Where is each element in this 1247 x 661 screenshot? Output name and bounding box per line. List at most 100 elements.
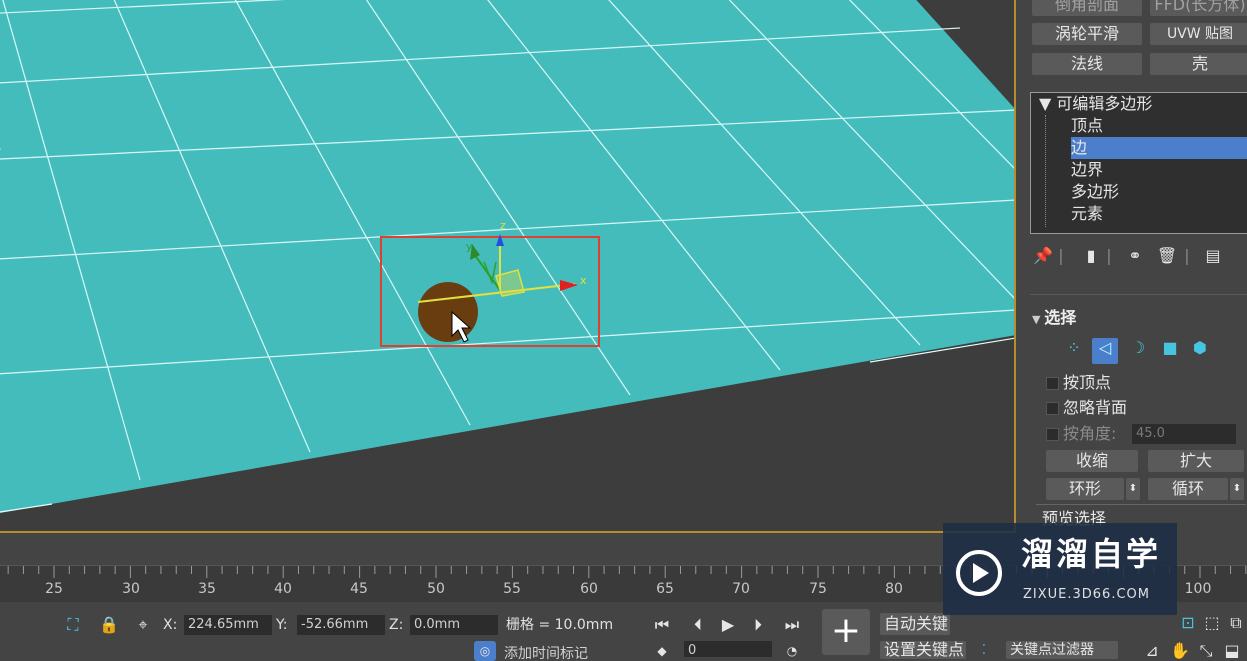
time-tag-icon: ◎ — [474, 641, 496, 661]
ignore-backfacing-row[interactable]: 忽略背面 — [1046, 397, 1127, 419]
vertex-mode-icon[interactable]: ⁘ — [1062, 338, 1086, 358]
stack-item-border[interactable]: 边界 — [1071, 159, 1103, 181]
set-key-button[interactable]: 设置关键点 — [880, 641, 966, 659]
z-coordinate-field[interactable]: 0.0mm — [410, 615, 498, 635]
gizmo-z-label: z — [500, 219, 506, 232]
stack-tree-line — [1045, 115, 1047, 227]
loop-spinner-arrows[interactable]: ⬍ — [1230, 478, 1244, 500]
by-vertex-row[interactable]: 按顶点 — [1046, 372, 1111, 394]
tick-35: 35 — [198, 581, 216, 597]
tick-80: 80 — [885, 581, 903, 597]
by-angle-label: 按角度: — [1063, 424, 1117, 443]
by-angle-checkbox[interactable] — [1046, 428, 1059, 441]
pan-hand-icon[interactable]: ✋ — [1170, 641, 1190, 661]
time-tag-label: 添加时间标记 — [504, 646, 588, 661]
stack-item-element[interactable]: 元素 — [1071, 203, 1103, 225]
edge-mode-icon[interactable]: ◁ — [1092, 338, 1118, 364]
pin-stack-icon[interactable]: 📌 — [1032, 246, 1054, 266]
previous-frame-icon[interactable]: ⏴ — [686, 615, 710, 635]
by-vertex-checkbox[interactable] — [1046, 377, 1059, 390]
viewport-perspective[interactable]: x z y — [0, 0, 1016, 533]
walk-through-icon[interactable]: ⤡ — [1196, 641, 1216, 661]
polygon-mode-icon[interactable]: ■ — [1158, 338, 1182, 358]
z-label: Z: — [389, 617, 404, 633]
watermark-url: ZIXUE.3D66.COM — [1023, 587, 1150, 602]
teal-plane[interactable] — [0, 0, 1016, 520]
go-to-start-icon[interactable]: ⏮ — [650, 615, 674, 635]
show-end-result-icon[interactable]: ▮ — [1080, 246, 1102, 266]
stack-item-polygon[interactable]: 多边形 — [1071, 181, 1119, 203]
key-plus-icon: + — [830, 610, 862, 651]
watermark-title: 溜溜自学 — [1021, 535, 1162, 573]
stack-root[interactable]: ▼ 可编辑多边形 — [1039, 93, 1152, 115]
stack-item-polygon-label: 多边形 — [1071, 182, 1120, 201]
absolute-mode-icon[interactable]: ⌖ — [132, 615, 154, 635]
key-mode-icon[interactable]: ⁚ — [974, 641, 994, 661]
lock-selection-icon[interactable]: 🔒 — [98, 615, 120, 635]
element-mode-icon[interactable]: ⬢ — [1188, 338, 1212, 358]
isolate-selection-icon[interactable]: ⛶ — [62, 615, 84, 635]
next-frame-icon[interactable]: ⏵ — [746, 615, 770, 635]
ignore-backfacing-checkbox[interactable] — [1046, 402, 1059, 415]
x-label: X: — [163, 617, 178, 633]
separator: | — [1058, 246, 1064, 265]
shell-button[interactable]: 壳 — [1150, 53, 1247, 75]
stack-item-edge-label: 边 — [1071, 138, 1088, 157]
angle-spinner[interactable]: 45.0 — [1132, 424, 1236, 444]
watermark: 溜溜自学 ZIXUE.3D66.COM — [943, 523, 1177, 615]
y-coordinate-field[interactable]: -52.66mm — [297, 615, 385, 635]
stack-item-vertex-label: 顶点 — [1071, 116, 1104, 135]
frame-nav-icon[interactable]: ◆ — [652, 641, 672, 661]
ffd-box-button[interactable]: FFD(长方体) — [1150, 0, 1247, 16]
y-label: Y: — [276, 617, 288, 633]
ring-spinner-arrows[interactable]: ⬍ — [1126, 478, 1140, 500]
stack-item-edge[interactable]: 边 — [1071, 137, 1247, 159]
tick-45: 45 — [350, 581, 368, 597]
by-vertex-label: 按顶点 — [1063, 373, 1112, 392]
play-icon[interactable]: ▶ — [716, 615, 740, 635]
go-to-end-icon[interactable]: ⏭ — [780, 615, 804, 635]
stack-item-vertex[interactable]: 顶点 — [1071, 115, 1103, 137]
grow-button[interactable]: 扩大 — [1148, 450, 1244, 472]
command-panel: 倒角剖面 FFD(长方体) 涡轮平滑 UVW 贴图 法线 壳 ▼ 可编辑多边形 … — [1018, 0, 1247, 533]
separator-2: | — [1106, 246, 1112, 265]
selection-rollout-title: 选择 — [1044, 308, 1077, 327]
bevel-profile-button[interactable]: 倒角剖面 — [1032, 0, 1142, 16]
by-angle-row[interactable]: 按角度: — [1046, 423, 1116, 445]
key-filters-button[interactable]: 关键点过滤器 — [1006, 641, 1118, 659]
watermark-play-logo-icon — [956, 550, 1002, 596]
auto-key-button[interactable]: 自动关键 — [880, 613, 950, 635]
uvw-map-button[interactable]: UVW 贴图 — [1150, 23, 1247, 45]
orbit-icon[interactable]: ⬚ — [1202, 613, 1222, 633]
rollout-collapse-icon[interactable]: ▼ — [1032, 313, 1044, 326]
zoom-extents-icon[interactable]: ⊡ — [1178, 613, 1198, 633]
tick-40: 40 — [274, 581, 292, 597]
x-coordinate-field[interactable]: 224.65mm — [184, 615, 272, 635]
loop-button[interactable]: 循环 — [1148, 478, 1228, 500]
scene-canvas[interactable]: x z y — [0, 0, 1016, 533]
selected-vertex-marker — [418, 282, 478, 342]
tick-25: 25 — [45, 581, 63, 597]
ring-button[interactable]: 环形 — [1046, 478, 1124, 500]
time-tag-area[interactable]: ◎ 添加时间标记 — [470, 641, 610, 661]
field-of-view-icon[interactable]: ⊿ — [1142, 641, 1162, 661]
selection-rollout-header[interactable]: ▼ 选择 — [1032, 306, 1247, 330]
border-mode-icon[interactable]: ☽ — [1126, 338, 1150, 358]
configure-sets-icon[interactable]: ▤ — [1202, 246, 1224, 266]
current-frame-field[interactable]: 0 — [684, 641, 772, 658]
stack-item-border-label: 边界 — [1071, 160, 1104, 179]
viewport-toggle-icon[interactable]: ⬓ — [1222, 641, 1242, 661]
stack-toolbar: 📌 | ▮ | ⚭ 🗑 | ▤ — [1032, 246, 1242, 272]
add-key-button[interactable]: + — [822, 609, 870, 655]
shrink-button[interactable]: 收缩 — [1046, 450, 1138, 472]
time-config-icon[interactable]: ◔ — [782, 641, 802, 661]
remove-modifier-icon[interactable]: 🗑 — [1156, 246, 1178, 266]
normal-button[interactable]: 法线 — [1032, 53, 1142, 75]
tick-65: 65 — [656, 581, 674, 597]
ignore-backfacing-label: 忽略背面 — [1063, 398, 1128, 417]
make-unique-icon[interactable]: ⚭ — [1124, 246, 1146, 266]
maximize-viewport-icon[interactable]: ⧉ — [1226, 613, 1246, 633]
turbosmooth-button[interactable]: 涡轮平滑 — [1032, 23, 1142, 45]
collapse-triangle-icon[interactable]: ▼ — [1039, 94, 1056, 113]
modifier-stack[interactable]: ▼ 可编辑多边形 顶点 边 边界 多边形 元素 — [1030, 92, 1247, 234]
